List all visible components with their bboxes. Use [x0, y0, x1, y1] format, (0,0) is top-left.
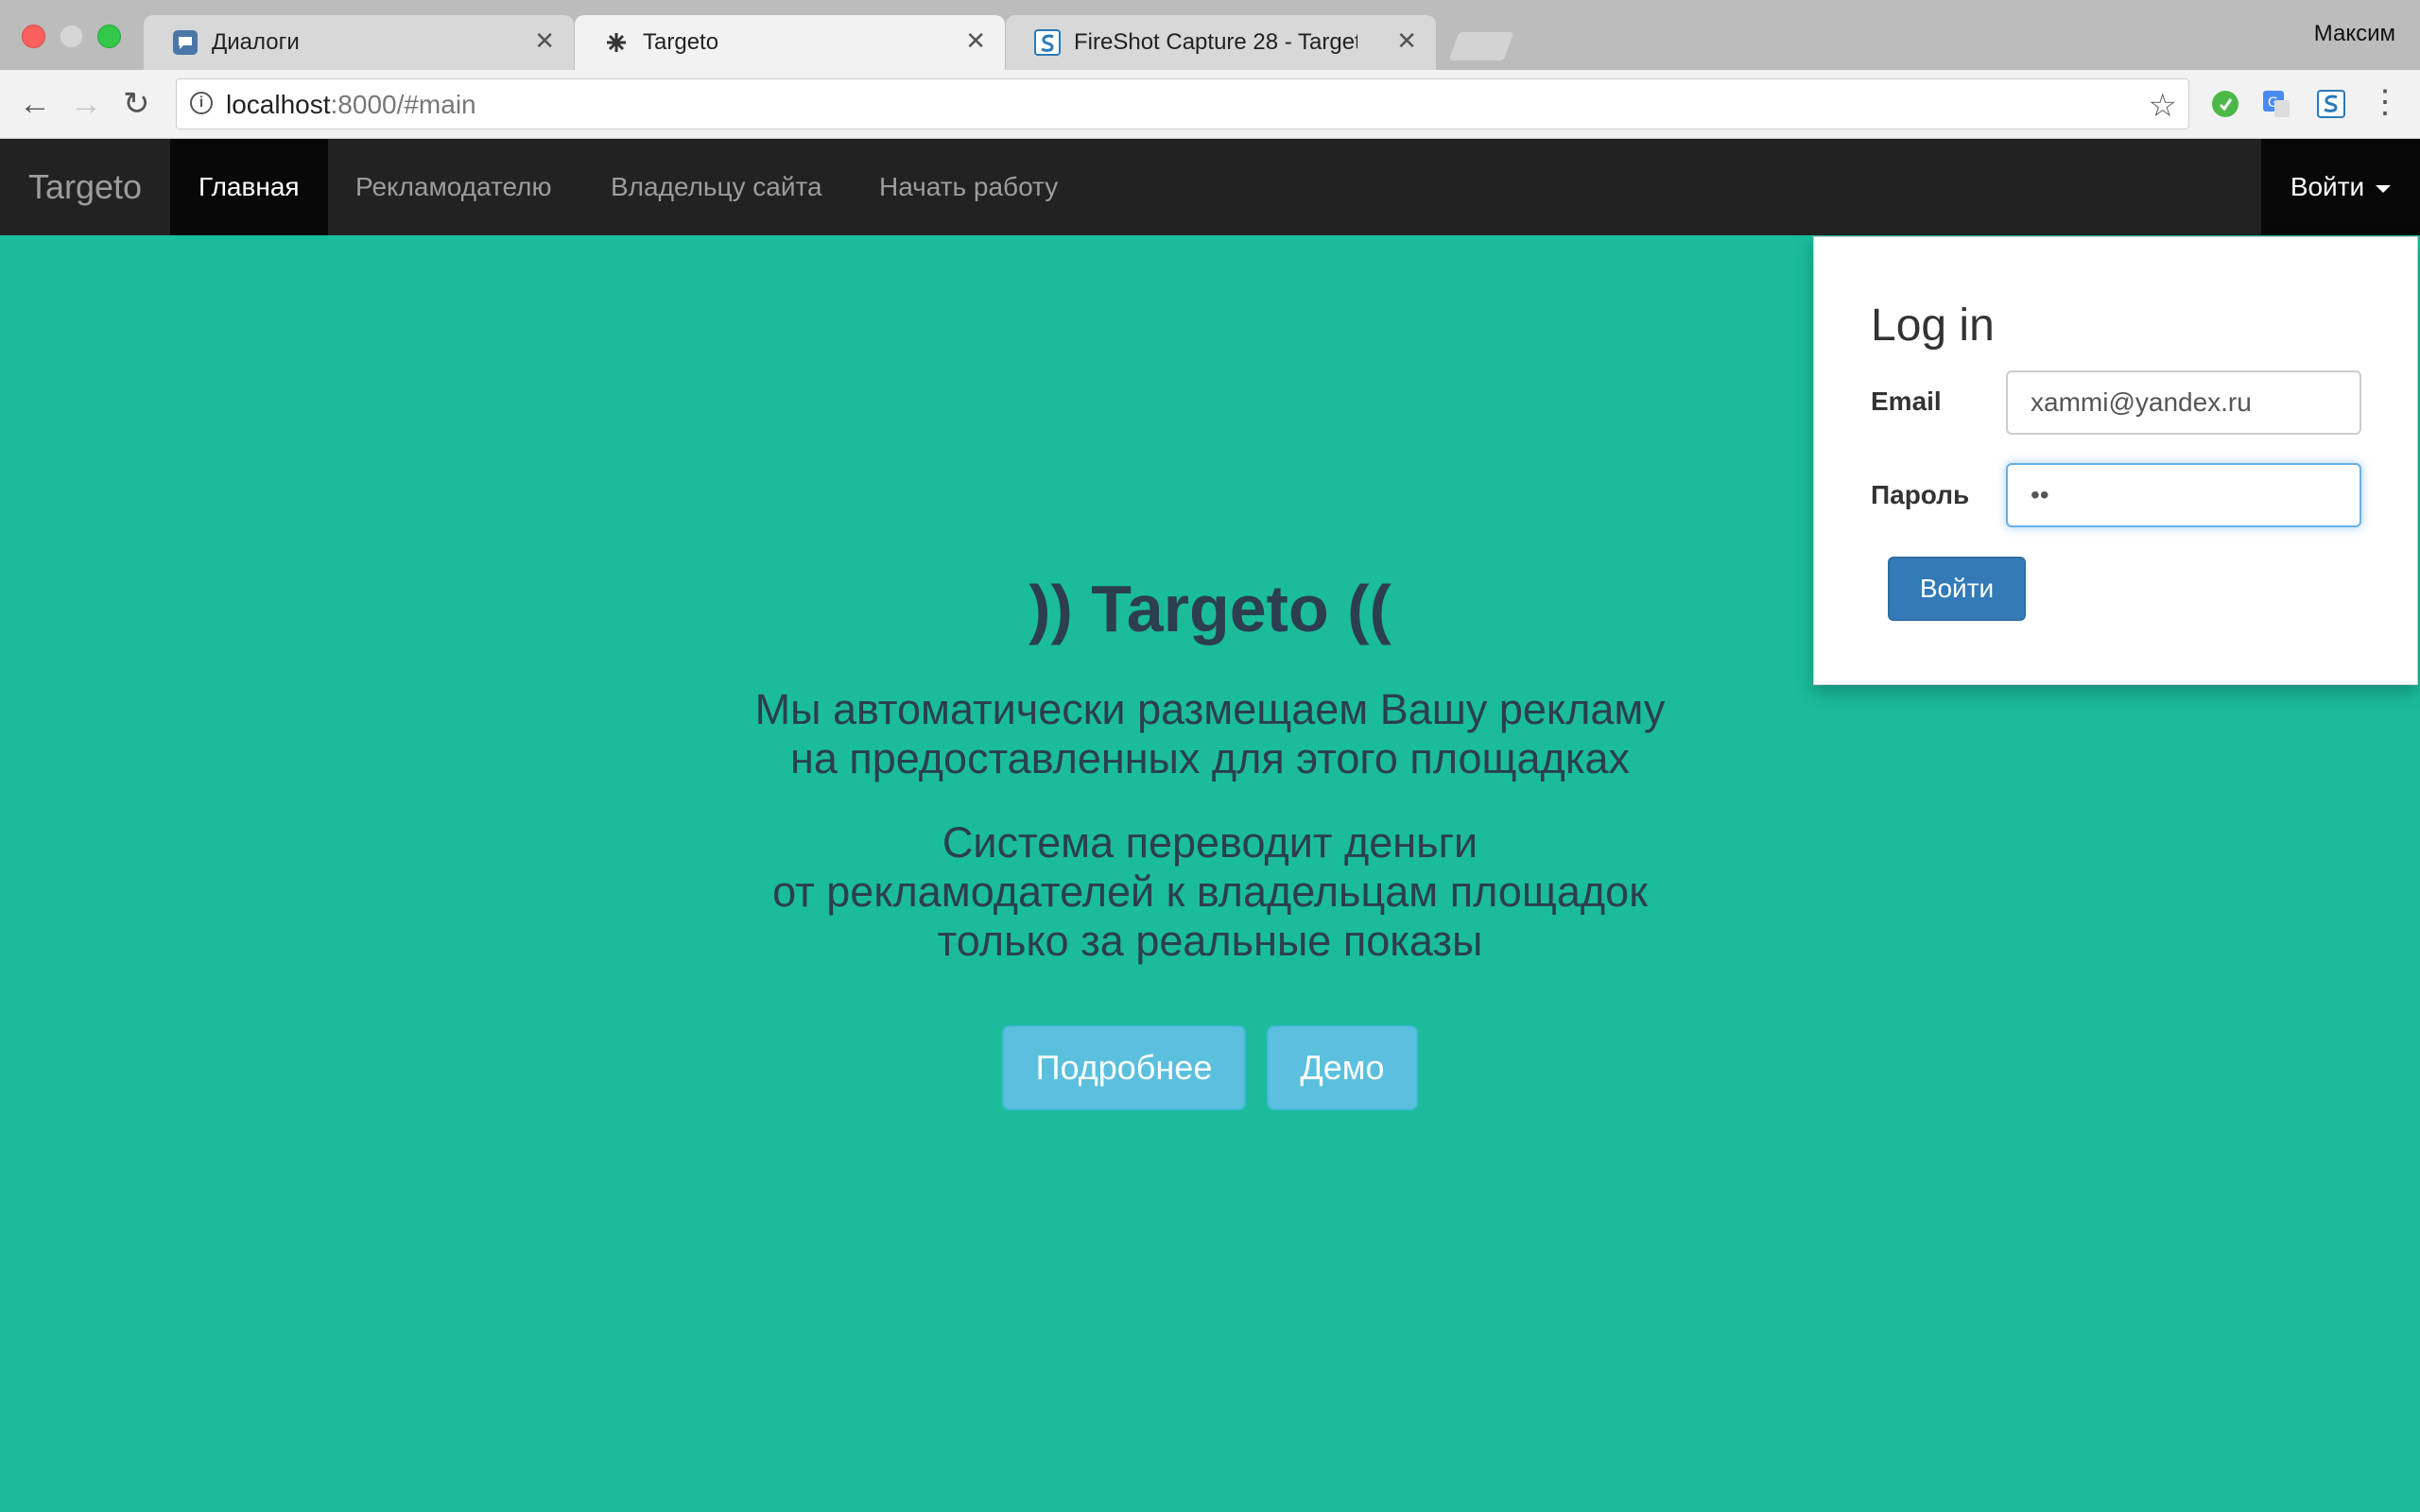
profile-name[interactable]: Максим — [2314, 21, 2395, 47]
brand-logo[interactable]: Targeto — [28, 139, 142, 235]
hero-line: на предоставленных для этого площадках — [789, 734, 1631, 782]
login-title: Log in — [1871, 301, 1995, 351]
tab-close-icon[interactable]: ✕ — [965, 26, 986, 55]
nav-advertiser[interactable]: Рекламодателю — [327, 139, 579, 235]
nav-get-started[interactable]: Начать работу — [851, 139, 1086, 235]
hero-line: Система переводит деньги — [942, 818, 1478, 867]
tab-title: FireShot Capture 28 - Targeto — [1074, 29, 1357, 55]
browser-toolbar: ← → ↻ i localhost:8000/#main ☆ G ⋮ — [0, 70, 2420, 139]
tab-close-icon[interactable]: ✕ — [1396, 26, 1417, 55]
demo-button[interactable]: Демо — [1267, 1025, 1418, 1110]
extension-green-icon[interactable] — [2210, 89, 2240, 119]
fireshot-extension-icon[interactable] — [2316, 89, 2346, 119]
google-translate-icon[interactable]: G — [2261, 89, 2291, 119]
login-dropdown-toggle[interactable]: Войти — [2261, 139, 2420, 235]
nav-site-owner[interactable]: Владельцу сайта — [582, 139, 851, 235]
browser-tabstrip: Диалоги ✕ Targeto ✕ FireShot Capture 28 … — [0, 0, 2420, 70]
new-tab-button[interactable] — [1448, 32, 1514, 60]
forward-arrow-icon[interactable]: → — [70, 87, 102, 121]
minimize-window-button[interactable] — [60, 25, 83, 48]
tab-fireshot[interactable]: FireShot Capture 28 - Targeto ✕ — [1006, 15, 1436, 70]
close-window-button[interactable] — [22, 25, 45, 48]
tab-targeto[interactable]: Targeto ✕ — [575, 15, 1005, 70]
tab-close-icon[interactable]: ✕ — [534, 26, 555, 55]
email-label: Email — [1871, 387, 1942, 416]
hero-line: только за реальные показы — [937, 917, 1483, 965]
url-text: localhost:8000/#main — [226, 90, 476, 119]
login-dropdown: Log in Email xammi@yandex.ru Пароль •• В… — [1813, 236, 2418, 685]
password-field[interactable]: •• — [2006, 463, 2361, 527]
tab-title: Диалоги — [212, 29, 300, 55]
bookmark-star-icon[interactable]: ☆ — [2149, 87, 2177, 125]
maximize-window-button[interactable] — [97, 25, 121, 48]
more-info-button[interactable]: Подробнее — [1002, 1025, 1246, 1110]
site-navbar: Targeto Главная Рекламодателю Владельцу … — [0, 139, 2420, 235]
tab-title: Targeto — [643, 29, 719, 55]
info-icon[interactable]: i — [190, 92, 213, 114]
tab-dialogs[interactable]: Диалоги ✕ — [144, 15, 574, 70]
password-label: Пароль — [1871, 480, 1970, 509]
caret-down-icon — [2376, 184, 2392, 193]
hero-line: Мы автоматически размещаем Вашу рекламу — [754, 685, 1666, 733]
login-submit-button[interactable]: Войти — [1888, 557, 2026, 621]
fireshot-icon — [1034, 29, 1061, 56]
reload-icon[interactable]: ↻ — [123, 87, 150, 121]
targeto-icon — [607, 33, 626, 52]
nav-main[interactable]: Главная — [170, 139, 328, 235]
email-field[interactable]: xammi@yandex.ru — [2006, 370, 2361, 435]
back-arrow-icon[interactable]: ← — [19, 87, 51, 121]
browser-menu-icon[interactable]: ⋮ — [2369, 83, 2401, 121]
hero-line: от рекламодателей к владельцам площадок — [772, 868, 1648, 916]
address-bar[interactable]: i localhost:8000/#main ☆ — [176, 78, 2189, 129]
speech-bubble-icon — [173, 30, 198, 55]
